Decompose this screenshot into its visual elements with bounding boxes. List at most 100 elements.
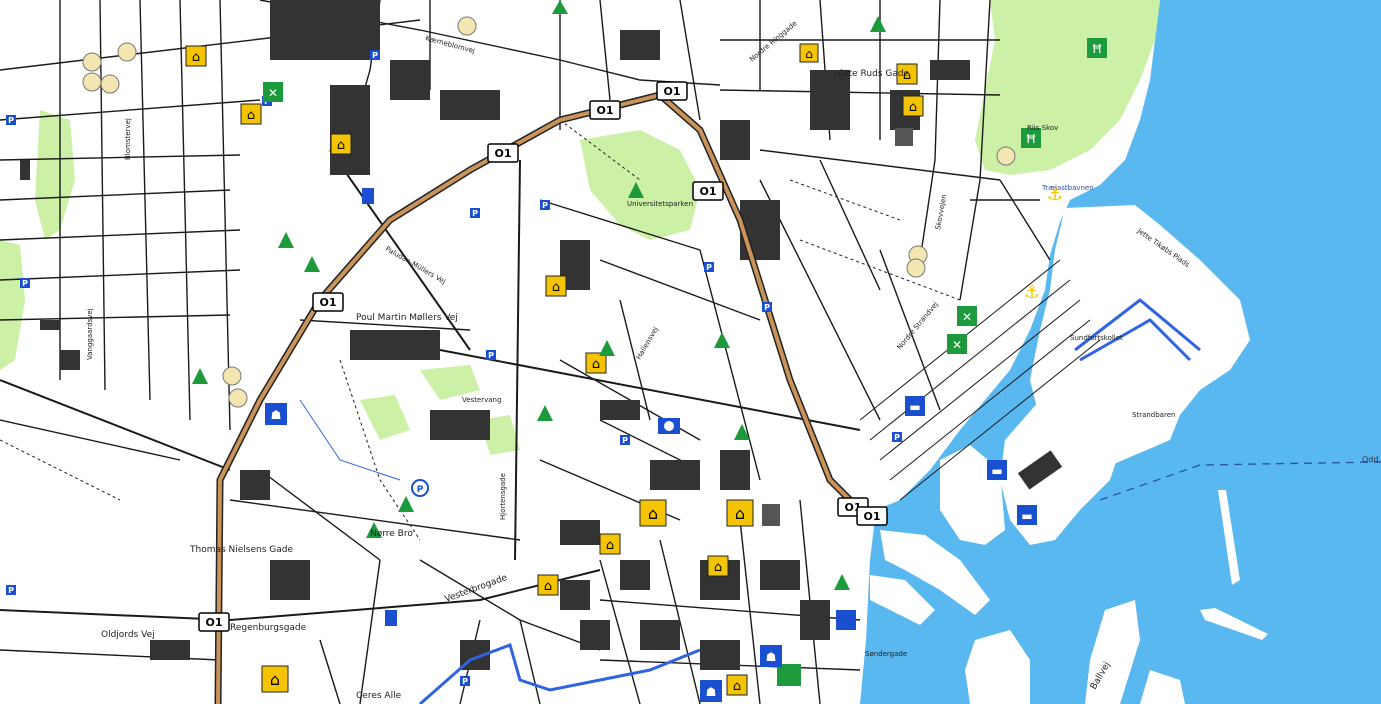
svg-text:O1: O1 bbox=[205, 616, 222, 629]
tree-icon[interactable] bbox=[599, 340, 615, 356]
svg-text:▬: ▬ bbox=[909, 400, 920, 414]
tree-icon[interactable] bbox=[870, 16, 886, 32]
sight-icon[interactable]: ⌂ bbox=[599, 533, 621, 555]
playground-icon[interactable]: ☗ bbox=[265, 403, 287, 425]
parking-icon[interactable]: P bbox=[6, 585, 16, 595]
route-shield: O1 bbox=[198, 612, 230, 632]
tree-icon[interactable] bbox=[304, 256, 320, 272]
tree-icon[interactable] bbox=[537, 405, 553, 421]
svg-text:P: P bbox=[764, 303, 770, 312]
route-shield: O1 bbox=[856, 506, 888, 526]
svg-text:⌂: ⌂ bbox=[544, 579, 552, 594]
street-label: Skovvejen bbox=[934, 194, 948, 231]
street-label: Kærneblomvej bbox=[424, 34, 475, 55]
sight-icon[interactable]: ⌂ bbox=[726, 674, 748, 696]
bus-icon[interactable]: ▬ bbox=[987, 460, 1007, 480]
sight-icon[interactable]: ⌂ bbox=[639, 499, 667, 527]
sport-field-icon[interactable] bbox=[777, 664, 801, 686]
religion-icon[interactable] bbox=[762, 504, 780, 526]
sports-icon[interactable] bbox=[117, 42, 137, 62]
tree-icon[interactable] bbox=[552, 0, 568, 14]
sport-field-icon[interactable]: ✕ bbox=[957, 306, 977, 326]
tree-icon[interactable] bbox=[398, 496, 414, 512]
sports-icon[interactable] bbox=[996, 146, 1016, 166]
parking-icon[interactable]: P bbox=[20, 278, 30, 288]
svg-text:P: P bbox=[472, 209, 478, 218]
street-label: Riis Skov bbox=[1027, 124, 1058, 132]
bus-icon[interactable] bbox=[836, 610, 856, 630]
parking-icon[interactable]: P bbox=[411, 479, 429, 497]
sports-icon[interactable] bbox=[457, 16, 477, 36]
map-canvas[interactable]: O1 O1 O1 O1 O1 O1 O1 O1 ⌂ ⌂ ⌂ ⌂ ⌂ ⌂ ⌂ ⌂ … bbox=[0, 0, 1381, 704]
parking-icon[interactable]: P bbox=[6, 115, 16, 125]
street-label: Odd bbox=[1362, 455, 1378, 464]
tree-icon[interactable] bbox=[278, 232, 294, 248]
camera-icon[interactable] bbox=[658, 418, 680, 434]
svg-text:P: P bbox=[22, 279, 28, 288]
fuel-icon[interactable] bbox=[362, 188, 374, 204]
religion-icon[interactable] bbox=[895, 128, 913, 146]
street-label: Blomstervej bbox=[124, 118, 132, 160]
tree-icon[interactable] bbox=[192, 368, 208, 384]
sight-icon[interactable]: ⌂ bbox=[902, 95, 924, 117]
svg-text:⌂: ⌂ bbox=[337, 138, 345, 153]
parking-icon[interactable]: P bbox=[486, 350, 496, 360]
picnic-icon[interactable]: Ħ bbox=[1087, 38, 1107, 58]
bus-icon[interactable]: ▬ bbox=[905, 396, 925, 416]
svg-text:⚓: ⚓ bbox=[1024, 282, 1040, 303]
sight-icon[interactable]: ⌂ bbox=[330, 133, 352, 155]
anchor-icon[interactable]: ⚓ bbox=[1024, 282, 1040, 303]
sports-icon[interactable] bbox=[82, 52, 102, 72]
parking-icon[interactable]: P bbox=[370, 50, 380, 60]
svg-text:O1: O1 bbox=[699, 185, 716, 198]
sight-icon[interactable]: ⌂ bbox=[707, 555, 729, 577]
street-label: Thomas Nielsens Gade bbox=[189, 545, 293, 555]
svg-text:P: P bbox=[372, 51, 378, 60]
sports-icon[interactable] bbox=[100, 74, 120, 94]
street-label: Regenburgsgade bbox=[230, 623, 307, 633]
bus-icon[interactable]: ▬ bbox=[1017, 505, 1037, 525]
sport-field-icon[interactable]: ✕ bbox=[263, 82, 283, 102]
tourist-info-icon[interactable]: ☗ bbox=[700, 680, 722, 702]
map-view[interactable]: O1 O1 O1 O1 O1 O1 O1 O1 ⌂ ⌂ ⌂ ⌂ ⌂ ⌂ ⌂ ⌂ … bbox=[0, 0, 1381, 704]
street-label: Hallensvej bbox=[635, 326, 660, 361]
sight-icon[interactable]: ⌂ bbox=[240, 103, 262, 125]
sight-icon[interactable]: ⌂ bbox=[545, 275, 567, 297]
street-label: Poul Martin Møllers Vej bbox=[356, 313, 458, 323]
parking-icon[interactable]: P bbox=[470, 208, 480, 218]
tree-icon[interactable] bbox=[834, 574, 850, 590]
svg-text:☗: ☗ bbox=[271, 408, 282, 422]
svg-text:P: P bbox=[417, 485, 424, 495]
sports-icon[interactable] bbox=[222, 366, 242, 386]
tree-icon[interactable] bbox=[714, 332, 730, 348]
parking-icon[interactable]: P bbox=[540, 200, 550, 210]
svg-text:Ħ: Ħ bbox=[1092, 42, 1103, 56]
svg-text:⌂: ⌂ bbox=[270, 670, 280, 689]
street-label: Otte Ruds Gade bbox=[838, 69, 910, 79]
sports-icon[interactable] bbox=[228, 388, 248, 408]
sight-icon[interactable]: ⌂ bbox=[537, 574, 559, 596]
svg-text:⌂: ⌂ bbox=[192, 50, 200, 65]
tourist-info-icon[interactable]: ☗ bbox=[760, 645, 782, 667]
street-label: Strandbaren bbox=[1132, 411, 1175, 419]
sports-icon[interactable] bbox=[82, 72, 102, 92]
svg-text:P: P bbox=[894, 433, 900, 442]
parking-icon[interactable]: P bbox=[892, 432, 902, 442]
sport-field-icon[interactable]: ✕ bbox=[947, 334, 967, 354]
svg-text:⌂: ⌂ bbox=[606, 538, 614, 553]
street-label: Paludan-Müllers Vej bbox=[384, 245, 447, 286]
sight-icon[interactable]: ⌂ bbox=[185, 45, 207, 67]
sight-icon[interactable]: ⌂ bbox=[726, 499, 754, 527]
parking-icon[interactable]: P bbox=[620, 435, 630, 445]
sight-icon[interactable]: ⌂ bbox=[799, 43, 819, 63]
parking-icon[interactable]: P bbox=[460, 676, 470, 686]
svg-text:⌂: ⌂ bbox=[247, 108, 255, 123]
svg-text:O1: O1 bbox=[863, 510, 880, 523]
sight-icon[interactable]: ⌂ bbox=[261, 665, 289, 693]
parking-icon[interactable]: P bbox=[704, 262, 714, 272]
fuel-icon[interactable] bbox=[385, 610, 397, 626]
street-label: Universitetsparken bbox=[627, 200, 693, 208]
svg-text:✕: ✕ bbox=[962, 310, 972, 324]
parking-icon[interactable]: P bbox=[762, 302, 772, 312]
sports-icon[interactable] bbox=[906, 258, 926, 278]
